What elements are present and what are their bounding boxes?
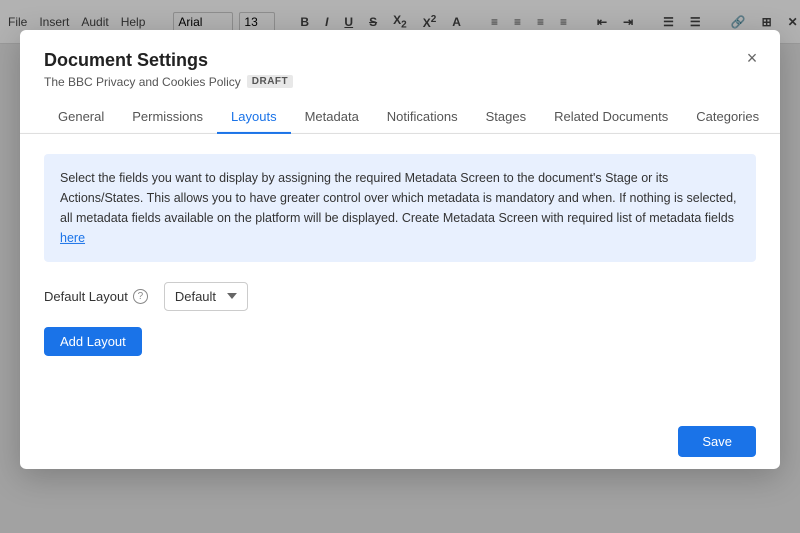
modal-doc-name: The BBC Privacy and Cookies Policy bbox=[44, 74, 241, 88]
save-button[interactable]: Save bbox=[678, 425, 756, 456]
tab-categories[interactable]: Categories bbox=[682, 100, 773, 133]
tab-general[interactable]: General bbox=[44, 100, 118, 133]
info-link[interactable]: here bbox=[60, 230, 85, 244]
default-layout-select[interactable]: Default bbox=[164, 281, 248, 310]
layout-row: Default Layout ? Default bbox=[44, 281, 756, 310]
tab-related-documents[interactable]: Related Documents bbox=[540, 100, 682, 133]
modal-body: Select the fields you want to display by… bbox=[20, 133, 780, 413]
modal-header: Document Settings The BBC Privacy and Co… bbox=[20, 29, 780, 88]
modal-footer: Save bbox=[20, 413, 780, 468]
draft-badge: DRAFT bbox=[247, 75, 293, 88]
help-icon[interactable]: ? bbox=[133, 288, 148, 303]
tab-notifications[interactable]: Notifications bbox=[373, 100, 472, 133]
tab-layouts[interactable]: Layouts bbox=[217, 100, 291, 133]
tab-stages[interactable]: Stages bbox=[472, 100, 540, 133]
tab-permissions[interactable]: Permissions bbox=[118, 100, 217, 133]
modal-close-button[interactable]: × bbox=[740, 45, 764, 69]
modal-subtitle: The BBC Privacy and Cookies Policy DRAFT bbox=[44, 74, 756, 88]
modal-tabs: General Permissions Layouts Metadata Not… bbox=[20, 100, 780, 133]
layout-select-wrapper: Default bbox=[164, 281, 756, 310]
info-box: Select the fields you want to display by… bbox=[44, 153, 756, 261]
modal-title: Document Settings bbox=[44, 49, 756, 70]
tab-metadata[interactable]: Metadata bbox=[291, 100, 373, 133]
default-layout-label: Default Layout ? bbox=[44, 288, 148, 303]
add-layout-button[interactable]: Add Layout bbox=[44, 326, 142, 355]
document-settings-modal: Document Settings The BBC Privacy and Co… bbox=[20, 29, 780, 468]
info-text: Select the fields you want to display by… bbox=[60, 170, 737, 224]
